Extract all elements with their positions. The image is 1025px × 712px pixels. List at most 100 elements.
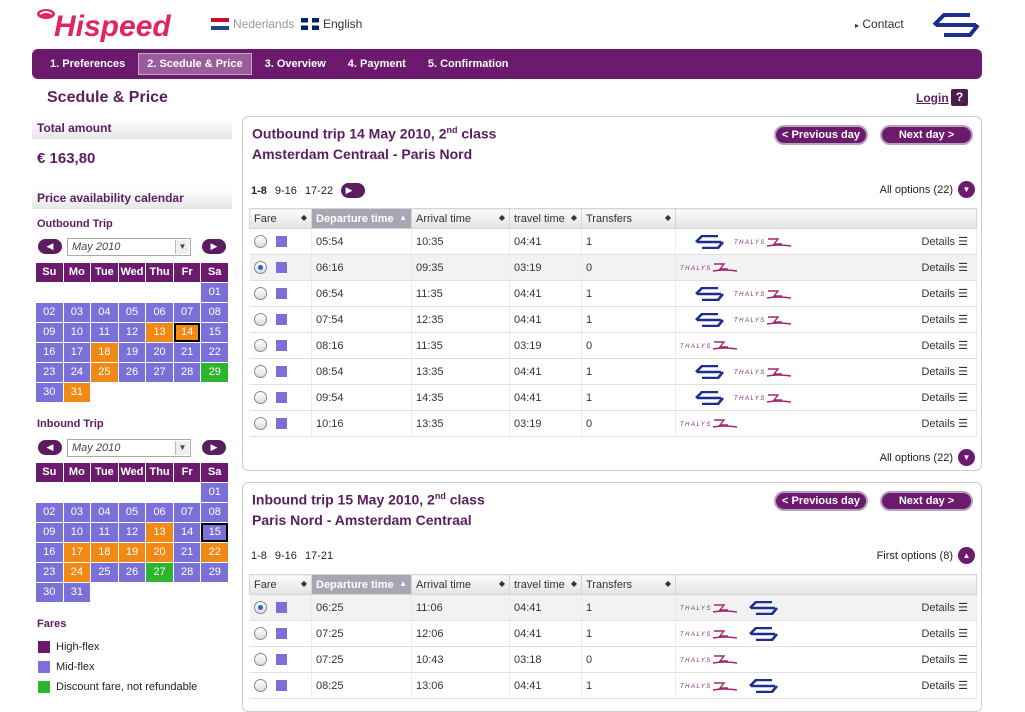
fare-cell[interactable]: [249, 410, 312, 437]
inbound-row[interactable]: 07:25 12:06 04:41 1 THALYS Details ☰: [249, 620, 977, 647]
calendar-day[interactable]: 27: [146, 363, 173, 382]
calendar-day[interactable]: 15: [201, 323, 228, 342]
outbound-row[interactable]: 09:54 14:35 04:41 1 THALYS Details ☰: [249, 384, 977, 411]
details-link[interactable]: Details ☰: [921, 339, 976, 352]
inbound-next-month-button[interactable]: ▶: [202, 440, 226, 455]
calendar-day[interactable]: 09: [36, 323, 63, 342]
fare-radio[interactable]: [253, 261, 267, 274]
fare-cell[interactable]: [249, 594, 312, 621]
fare-radio[interactable]: [253, 417, 267, 430]
calendar-day[interactable]: 17: [63, 343, 91, 362]
page-link[interactable]: 1-8: [251, 185, 267, 197]
page-link[interactable]: 9-16: [275, 185, 297, 197]
calendar-day[interactable]: 10: [63, 523, 91, 542]
calendar-day[interactable]: 24: [63, 363, 91, 382]
calendar-day[interactable]: 09: [36, 523, 63, 542]
details-link[interactable]: Details ☰: [921, 261, 976, 274]
outbound-next-month-button[interactable]: ▶: [202, 239, 226, 254]
calendar-day[interactable]: 08: [201, 503, 228, 522]
calendar-day[interactable]: 28: [173, 363, 201, 382]
calendar-day[interactable]: 11: [91, 323, 118, 342]
page-link[interactable]: 17-21: [305, 550, 333, 562]
fare-cell[interactable]: [249, 332, 312, 359]
calendar-day[interactable]: 02: [36, 303, 63, 322]
calendar-day[interactable]: 26: [118, 363, 146, 382]
column-header-departure-time[interactable]: Departure time ▲: [311, 574, 412, 595]
login-link[interactable]: Login: [916, 91, 949, 105]
lang-nederlands[interactable]: Nederlands: [211, 17, 294, 31]
calendar-day[interactable]: 16: [36, 543, 63, 562]
outbound-row[interactable]: 06:16 09:35 03:19 0 THALYS Details ☰: [249, 254, 977, 281]
details-link[interactable]: Details ☰: [921, 287, 976, 300]
column-header-travel-time[interactable]: travel time ◆: [509, 574, 582, 595]
calendar-day[interactable]: 23: [36, 563, 63, 582]
outbound-row[interactable]: 08:54 13:35 04:41 1 THALYS Details ☰: [249, 358, 977, 385]
column-header-fare[interactable]: Fare ◆: [249, 574, 312, 595]
calendar-day[interactable]: 06: [146, 303, 173, 322]
hispeed-logo[interactable]: Hispeed: [34, 6, 174, 44]
details-link[interactable]: Details ☰: [921, 679, 976, 692]
calendar-day[interactable]: 03: [63, 503, 91, 522]
calendar-day[interactable]: 31: [63, 583, 91, 602]
calendar-day[interactable]: 23: [36, 363, 63, 382]
outbound-row[interactable]: 07:54 12:35 04:41 1 THALYS Details ☰: [249, 306, 977, 333]
outbound-row[interactable]: 08:16 11:35 03:19 0 THALYS Details ☰: [249, 332, 977, 359]
calendar-day[interactable]: 25: [91, 563, 118, 582]
outbound-row[interactable]: 06:54 11:35 04:41 1 THALYS Details ☰: [249, 280, 977, 307]
outbound-previous-day-button[interactable]: < Previous day: [774, 125, 868, 145]
fare-radio[interactable]: [253, 391, 267, 404]
calendar-day[interactable]: 06: [146, 503, 173, 522]
calendar-day[interactable]: 05: [118, 303, 146, 322]
calendar-day[interactable]: 14: [173, 323, 201, 342]
fare-radio[interactable]: [253, 365, 267, 378]
calendar-day[interactable]: 28: [173, 563, 201, 582]
outbound-all-options-bottom[interactable]: All options (22) ▼: [880, 449, 975, 466]
calendar-day[interactable]: 07: [173, 503, 201, 522]
details-link[interactable]: Details ☰: [921, 391, 976, 404]
help-icon[interactable]: ?: [951, 89, 968, 106]
fare-cell[interactable]: [249, 254, 312, 281]
page-link[interactable]: 9-16: [275, 550, 297, 562]
calendar-day[interactable]: 21: [173, 543, 201, 562]
calendar-day[interactable]: 29: [201, 563, 228, 582]
calendar-day[interactable]: 16: [36, 343, 63, 362]
calendar-day[interactable]: 15: [201, 523, 228, 542]
contact-link[interactable]: ▸ Contact: [855, 17, 904, 31]
calendar-day[interactable]: 14: [173, 523, 201, 542]
inbound-previous-day-button[interactable]: < Previous day: [774, 491, 868, 511]
details-link[interactable]: Details ☰: [921, 417, 976, 430]
calendar-day[interactable]: 19: [118, 343, 146, 362]
calendar-day[interactable]: 13: [146, 523, 173, 542]
calendar-day[interactable]: 18: [91, 543, 118, 562]
column-header-travel-time[interactable]: travel time ◆: [509, 208, 582, 229]
fare-radio[interactable]: [253, 627, 267, 640]
calendar-day[interactable]: 30: [36, 383, 63, 402]
column-header-transfers[interactable]: Transfers ◆: [581, 208, 676, 229]
calendar-day[interactable]: 27: [146, 563, 173, 582]
calendar-day[interactable]: 12: [118, 323, 146, 342]
column-header-departure-time[interactable]: Departure time ▲: [311, 208, 412, 229]
inbound-next-day-button[interactable]: Next day >: [880, 491, 973, 511]
lang-english[interactable]: English: [301, 17, 362, 31]
details-link[interactable]: Details ☰: [921, 627, 976, 640]
details-link[interactable]: Details ☰: [921, 601, 976, 614]
calendar-day[interactable]: 22: [201, 543, 228, 562]
calendar-day[interactable]: 22: [201, 343, 228, 362]
column-header-transfers[interactable]: Transfers ◆: [581, 574, 676, 595]
step-payment[interactable]: 4. Payment: [339, 53, 415, 75]
calendar-day[interactable]: 29: [201, 363, 228, 382]
details-link[interactable]: Details ☰: [921, 365, 976, 378]
fare-radio[interactable]: [253, 287, 267, 300]
calendar-day[interactable]: 13: [146, 323, 173, 342]
inbound-row[interactable]: 06:25 11:06 04:41 1 THALYS Details ☰: [249, 594, 977, 621]
fare-radio[interactable]: [253, 679, 267, 692]
calendar-day[interactable]: 19: [118, 543, 146, 562]
details-link[interactable]: Details ☰: [921, 235, 976, 248]
calendar-day[interactable]: 24: [63, 563, 91, 582]
calendar-day[interactable]: 07: [173, 303, 201, 322]
calendar-day[interactable]: 03: [63, 303, 91, 322]
calendar-day[interactable]: 21: [173, 343, 201, 362]
fare-cell[interactable]: [249, 306, 312, 333]
details-link[interactable]: Details ☰: [921, 313, 976, 326]
step-preferences[interactable]: 1. Preferences: [41, 53, 134, 75]
